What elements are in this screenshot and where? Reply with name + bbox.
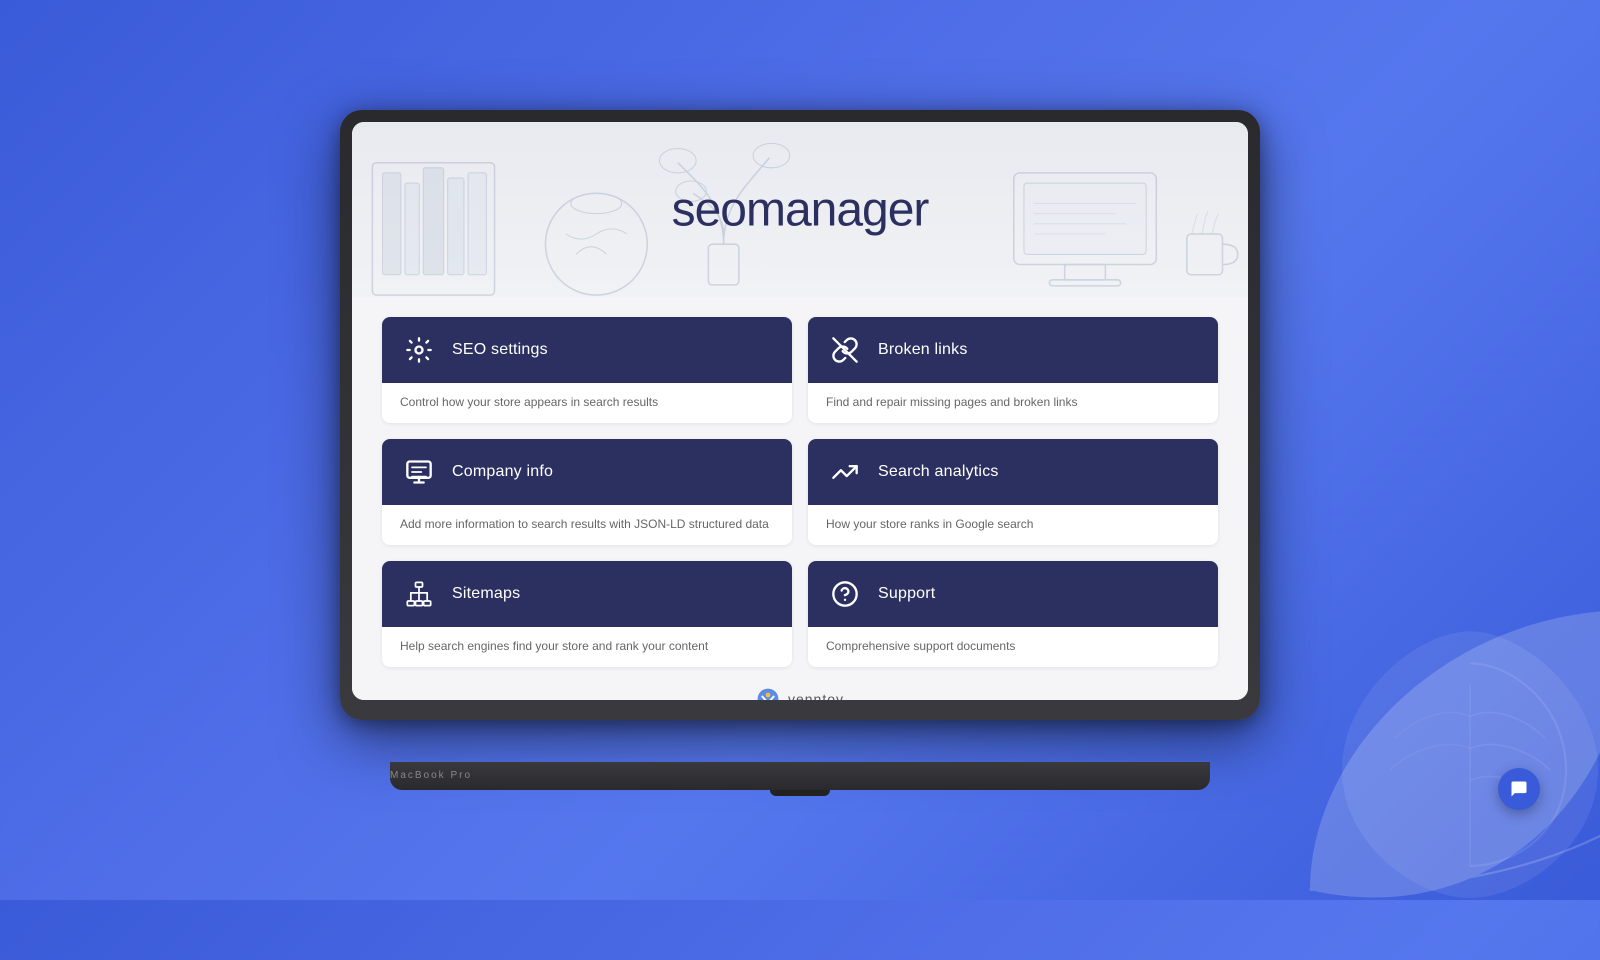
cards-grid: SEO settings Control how your store appe… bbox=[382, 317, 1218, 667]
search-analytics-body: How your store ranks in Google search bbox=[808, 505, 1218, 545]
search-analytics-card-header[interactable]: Search analytics bbox=[808, 439, 1218, 505]
search-analytics-description: How your store ranks in Google search bbox=[826, 515, 1200, 533]
sitemaps-card: Sitemaps Help search engines find your s… bbox=[382, 561, 792, 667]
company-info-body: Add more information to search results w… bbox=[382, 505, 792, 545]
support-icon bbox=[826, 575, 864, 613]
screen-content: SEO settings Control how your store appe… bbox=[352, 297, 1248, 700]
header-illustration: seomanager bbox=[352, 122, 1248, 297]
company-info-title: Company info bbox=[452, 463, 553, 481]
support-title: Support bbox=[878, 585, 935, 603]
search-analytics-card: Search analytics How your store ranks in… bbox=[808, 439, 1218, 545]
support-description: Comprehensive support documents bbox=[826, 637, 1200, 655]
chat-icon bbox=[1509, 779, 1529, 799]
company-icon bbox=[400, 453, 438, 491]
company-info-card-header[interactable]: Company info bbox=[382, 439, 792, 505]
fab-button[interactable] bbox=[1498, 768, 1540, 810]
broken-links-card-header[interactable]: Broken links bbox=[808, 317, 1218, 383]
seo-settings-title: SEO settings bbox=[452, 341, 548, 359]
laptop-model-label: MacBook Pro bbox=[390, 770, 472, 781]
broken-links-card: Broken links Find and repair missing pag… bbox=[808, 317, 1218, 423]
title-seo: seo bbox=[672, 183, 746, 236]
broken-link-icon bbox=[826, 331, 864, 369]
laptop-base: MacBook Pro bbox=[390, 762, 1210, 790]
broken-links-body: Find and repair missing pages and broken… bbox=[808, 383, 1218, 423]
sitemaps-title: Sitemaps bbox=[452, 585, 520, 603]
sitemaps-card-header[interactable]: Sitemaps bbox=[382, 561, 792, 627]
seo-settings-card-header[interactable]: SEO settings bbox=[382, 317, 792, 383]
title-manager: manager bbox=[746, 183, 928, 236]
search-analytics-title: Search analytics bbox=[878, 463, 999, 481]
broken-links-description: Find and repair missing pages and broken… bbox=[826, 393, 1200, 411]
sitemaps-body: Help search engines find your store and … bbox=[382, 627, 792, 667]
sitemap-icon bbox=[400, 575, 438, 613]
laptop-screen: seomanager bbox=[352, 122, 1248, 700]
support-card: Support Comprehensive support documents bbox=[808, 561, 1218, 667]
seo-settings-description: Control how your store appears in search… bbox=[400, 393, 774, 411]
support-card-header[interactable]: Support bbox=[808, 561, 1218, 627]
broken-links-title: Broken links bbox=[878, 341, 968, 359]
venntov-footer: venntov bbox=[382, 687, 1218, 700]
laptop-notch bbox=[770, 790, 830, 796]
seo-settings-body: Control how your store appears in search… bbox=[382, 383, 792, 423]
laptop-container: seomanager bbox=[340, 110, 1260, 790]
venntov-logo-icon bbox=[756, 687, 780, 700]
seo-settings-card: SEO settings Control how your store appe… bbox=[382, 317, 792, 423]
company-info-description: Add more information to search results w… bbox=[400, 515, 774, 533]
venntov-brand-name: venntov bbox=[788, 691, 844, 700]
sitemaps-description: Help search engines find your store and … bbox=[400, 637, 774, 655]
company-info-card: Company info Add more information to sea… bbox=[382, 439, 792, 545]
bg-leaf-large bbox=[1240, 540, 1600, 960]
gear-icon bbox=[400, 331, 438, 369]
laptop-screen-bezel: seomanager bbox=[340, 110, 1260, 720]
support-body: Comprehensive support documents bbox=[808, 627, 1218, 667]
app-title: seomanager bbox=[672, 182, 929, 237]
analytics-icon bbox=[826, 453, 864, 491]
